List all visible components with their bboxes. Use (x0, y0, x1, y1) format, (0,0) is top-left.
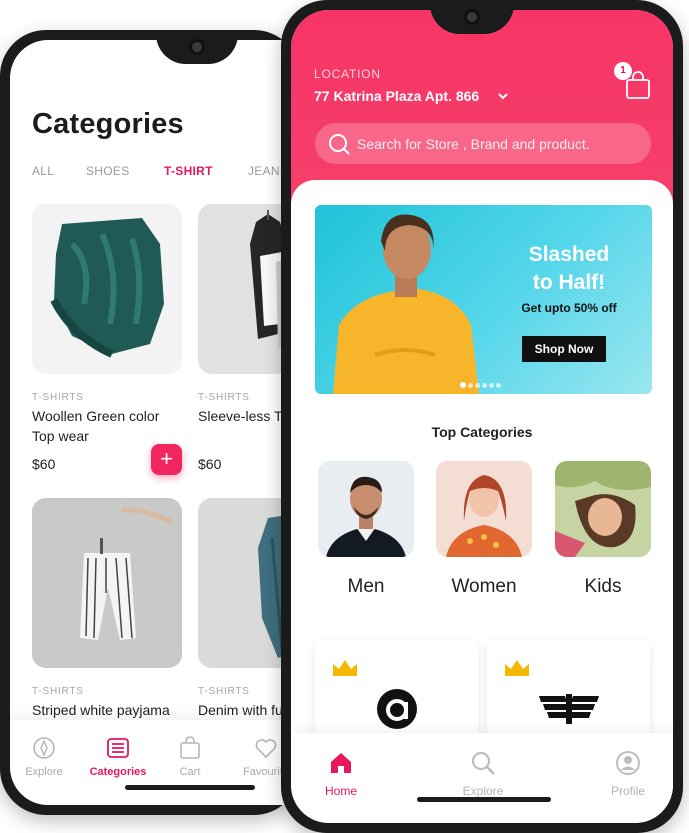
product-category: T-SHIRTS (198, 686, 250, 697)
product-category: T-SHIRTS (32, 392, 84, 403)
circle-a-logo (377, 689, 417, 729)
striped-pants-photo (32, 498, 182, 668)
location-selector[interactable]: 77 Katrina Plaza Apt. 866 (314, 88, 479, 104)
carousel-dot[interactable] (496, 383, 501, 388)
product-name[interactable]: Striped white payjama (32, 700, 182, 720)
nav-item-explore[interactable]: Explore (443, 750, 523, 798)
nav-label: Explore (462, 784, 504, 798)
heart-icon (255, 739, 277, 759)
women-photo (436, 461, 532, 557)
home-screen: LOCATION 77 Katrina Plaza Apt. 866 1 Sea… (291, 10, 673, 823)
product-name-line2: Top wear (32, 428, 89, 444)
crown-icon (505, 660, 529, 676)
nav-item-categories[interactable]: Categories (87, 736, 149, 778)
men-photo (318, 461, 414, 557)
tab-t-shirt[interactable]: T-SHIRT (164, 164, 213, 178)
product-price: $60 (198, 456, 222, 472)
home-icon (331, 753, 351, 773)
cart-icon (180, 736, 200, 759)
categories-screen: Categories ALL SHOES T-SHIRT JEANS T-SHI… (10, 40, 300, 805)
banner-headline-line1: Slashed (528, 243, 610, 266)
product-price: $60 (32, 456, 56, 472)
category-card-kids[interactable] (555, 461, 651, 557)
carousel-dot[interactable] (475, 383, 480, 388)
search-placeholder: Search for Store , Brand and product. (357, 136, 590, 152)
home-indicator (417, 797, 551, 802)
front-camera (464, 9, 480, 25)
carousel-dot[interactable] (468, 383, 473, 388)
front-camera (189, 39, 205, 55)
crown-icon (333, 660, 357, 676)
home-indicator (125, 785, 255, 790)
nav-label: Profile (610, 784, 645, 798)
cart-count-badge: 1 (614, 62, 632, 80)
bottom-navigation: Explore Categories Cart Favourite (10, 720, 300, 805)
chevron-down-icon[interactable] (497, 90, 509, 102)
tab-all[interactable]: ALL (32, 164, 54, 178)
nav-item-home[interactable]: Home (301, 750, 381, 798)
search-icon (329, 134, 350, 155)
user-icon (616, 751, 640, 775)
product-image-green-sweater[interactable] (32, 204, 182, 374)
shop-now-button[interactable]: Shop Now (522, 336, 606, 362)
nav-label: Categories (89, 766, 147, 778)
nav-item-explore[interactable]: Explore (14, 736, 74, 778)
search-icon (471, 751, 495, 775)
bottom-navigation: Home Explore Profile (291, 733, 673, 823)
add-to-cart-button[interactable]: + (151, 444, 182, 475)
nav-item-profile[interactable]: Profile (588, 750, 668, 798)
compass-icon (33, 737, 55, 759)
category-label[interactable]: Men (318, 576, 414, 598)
search-bar[interactable]: Search for Store , Brand and product. (315, 123, 651, 164)
category-label[interactable]: Women (436, 576, 532, 598)
carousel-dot[interactable] (460, 382, 466, 388)
location-label: LOCATION (314, 67, 381, 81)
page-title: Categories (32, 108, 184, 140)
list-icon (107, 738, 129, 758)
banner-headline-line2: to Half! (532, 271, 606, 294)
carousel-dot[interactable] (489, 383, 494, 388)
green-sweater-photo (32, 204, 182, 374)
nav-label: Explore (25, 766, 63, 778)
section-title: Top Categories (431, 424, 533, 440)
category-card-women[interactable] (436, 461, 532, 557)
eagle-logo (539, 694, 599, 724)
home-phone: LOCATION 77 Katrina Plaza Apt. 866 1 Sea… (281, 0, 683, 833)
banner-model-photo (333, 214, 479, 394)
tab-shoes[interactable]: SHOES (86, 164, 130, 178)
banner-subtext: Get upto 50% off (521, 301, 617, 315)
carousel-dots[interactable] (460, 375, 503, 388)
nav-label: Home (324, 784, 357, 798)
categories-phone: Categories ALL SHOES T-SHIRT JEANS T-SHI… (0, 30, 300, 815)
nav-label: Cart (179, 766, 201, 778)
product-image-striped-pants[interactable] (32, 498, 182, 668)
kids-photo (555, 461, 651, 557)
category-label[interactable]: Kids (555, 576, 651, 598)
product-name-line1: Woollen Green color (32, 408, 160, 424)
nav-item-cart[interactable]: Cart (160, 736, 220, 778)
carousel-dot[interactable] (482, 383, 487, 388)
product-name[interactable]: Woollen Green color Top wear (32, 406, 182, 446)
product-category: T-SHIRTS (32, 686, 84, 697)
promo-banner[interactable]: Slashed to Half! Get upto 50% off Shop N… (315, 205, 652, 394)
banner-headline: Slashed to Half! (505, 241, 633, 297)
product-category: T-SHIRTS (198, 392, 250, 403)
category-card-men[interactable] (318, 461, 414, 557)
